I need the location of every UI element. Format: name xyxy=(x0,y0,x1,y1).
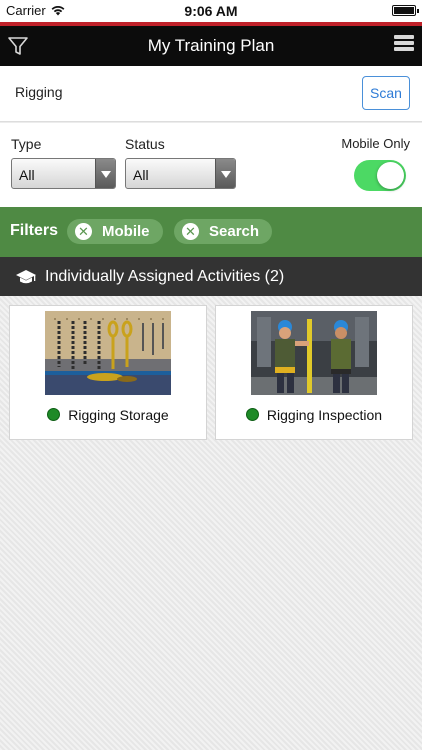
activity-thumbnail xyxy=(45,311,171,395)
activity-card[interactable]: Rigging Inspection xyxy=(215,305,413,440)
chevron-down-icon xyxy=(215,159,235,188)
graduation-cap-icon xyxy=(15,268,37,286)
filter-chip-search[interactable]: ✕ Search xyxy=(174,219,272,244)
mobile-only-label: Mobile Only xyxy=(341,136,410,151)
scan-button[interactable]: Scan xyxy=(362,76,410,110)
carrier-label: Carrier xyxy=(6,3,46,18)
filter-form: Type All Status All Mobile Only xyxy=(0,123,422,207)
hamburger-menu-icon[interactable] xyxy=(394,35,414,57)
filter-chip-label: Search xyxy=(209,223,260,240)
filter-chip-mobile[interactable]: ✕ Mobile xyxy=(67,219,163,244)
toggle-knob xyxy=(377,162,404,189)
nav-bar: My Training Plan xyxy=(0,26,422,66)
battery-icon xyxy=(392,5,419,16)
activity-thumbnail xyxy=(251,311,377,395)
activity-title: Rigging Inspection xyxy=(266,407,383,423)
search-field[interactable]: Rigging xyxy=(15,84,62,100)
status-indicator xyxy=(245,408,259,421)
activities-grid: Rigging Storage Rigging Inspection xyxy=(0,296,422,750)
filter-icon[interactable] xyxy=(6,34,30,58)
search-row: Rigging Scan xyxy=(0,66,422,122)
wifi-icon xyxy=(50,3,66,21)
type-label: Type xyxy=(11,136,42,152)
status-select-value: All xyxy=(133,167,149,183)
type-select-value: All xyxy=(19,167,35,183)
status-bar: Carrier 9:06 AM xyxy=(0,0,422,22)
chevron-down-icon xyxy=(95,159,115,188)
activity-title-row: Rigging Inspection xyxy=(216,407,412,423)
activity-card[interactable]: Rigging Storage xyxy=(9,305,207,440)
remove-filter-icon[interactable]: ✕ xyxy=(182,223,199,240)
active-filters-bar: Filters ✕ Mobile ✕ Search xyxy=(0,207,422,257)
filter-chip-label: Mobile xyxy=(102,223,150,240)
activity-title: Rigging Storage xyxy=(68,407,169,423)
remove-filter-icon[interactable]: ✕ xyxy=(75,223,92,240)
activity-title-row: Rigging Storage xyxy=(10,407,206,423)
type-select[interactable]: All xyxy=(11,158,116,189)
mobile-only-toggle[interactable] xyxy=(354,160,406,191)
status-select[interactable]: All xyxy=(125,158,236,189)
section-header: Individually Assigned Activities (2) xyxy=(0,257,422,296)
status-indicator xyxy=(47,408,61,421)
filters-label: Filters xyxy=(10,222,59,239)
section-title: Individually Assigned Activities (2) xyxy=(45,268,285,285)
page-title: My Training Plan xyxy=(147,36,275,55)
status-label: Status xyxy=(125,136,165,152)
